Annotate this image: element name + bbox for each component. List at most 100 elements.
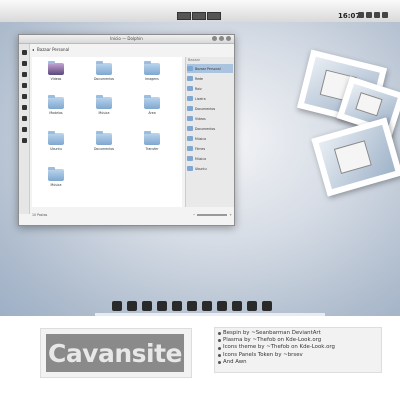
swirl-icon[interactable] (187, 301, 197, 311)
mail-icon[interactable] (142, 301, 152, 311)
place-item[interactable]: Filmes (187, 144, 233, 153)
zoom-track[interactable] (197, 214, 228, 216)
file-item[interactable]: Música (38, 167, 74, 187)
place-item[interactable]: Bazaar Personal (187, 64, 233, 73)
list-icon[interactable] (232, 301, 242, 311)
place-item[interactable]: Vídeos (187, 114, 233, 123)
credit-line: Plasma by ~Thefob on Kde-Look.org (218, 337, 378, 344)
place-item[interactable]: Lixeira (187, 94, 233, 103)
breadcrumb[interactable]: ◂ Bazaar Personal (32, 46, 69, 53)
app-icon[interactable] (112, 301, 122, 311)
folder-icon (144, 131, 160, 145)
view-icon[interactable] (21, 105, 27, 110)
side-toolbar (19, 44, 30, 214)
maximize-button[interactable] (219, 36, 224, 41)
music-icon[interactable] (202, 301, 212, 311)
tweet-icon[interactable] (172, 301, 182, 311)
split-icon[interactable] (21, 127, 27, 132)
folder-icon (187, 146, 193, 151)
close-button[interactable] (226, 36, 231, 41)
file-item[interactable]: Área (134, 95, 170, 115)
window-title: Inicio — Dolphin (110, 36, 143, 41)
menu-icon[interactable] (382, 12, 388, 18)
dock (112, 298, 312, 314)
folder-icon (144, 61, 160, 75)
breadcrumb-item[interactable]: Bazaar Personal (37, 47, 69, 52)
place-item[interactable]: Documentos (187, 104, 233, 113)
place-item[interactable]: Música (187, 134, 233, 143)
bullet-icon (218, 353, 221, 357)
network-icon[interactable] (366, 12, 372, 18)
home-folder-icon (187, 66, 193, 71)
taskbar[interactable] (177, 12, 221, 20)
zoom-in-icon[interactable]: + (229, 213, 232, 217)
window-titlebar[interactable]: Inicio — Dolphin (19, 35, 234, 44)
task-button[interactable] (177, 12, 191, 20)
folder-icon (96, 131, 112, 145)
folder-icon (96, 61, 112, 75)
minimize-button[interactable] (212, 36, 217, 41)
trash-icon (187, 96, 193, 101)
folder-icon (48, 167, 64, 181)
credit-line: Icons theme by ~Thefob on Kde-Look.org (218, 344, 378, 351)
up-icon[interactable] (21, 72, 27, 77)
folder-icon (144, 95, 160, 109)
drive-icon (187, 86, 193, 91)
power-icon[interactable] (374, 12, 380, 18)
folder-icon (48, 131, 64, 145)
rss-icon[interactable] (127, 301, 137, 311)
file-item[interactable]: Documentos (86, 131, 122, 151)
place-item[interactable]: Ubuntu (187, 164, 233, 173)
bullet-icon (218, 339, 221, 343)
grid-icon[interactable] (21, 116, 27, 121)
place-item[interactable]: Rede (187, 74, 233, 83)
home-icon[interactable] (21, 94, 27, 99)
file-item[interactable]: Vídeos (38, 61, 74, 81)
terminal-icon[interactable] (21, 138, 27, 143)
bullet-icon (218, 332, 221, 336)
network-icon (187, 76, 193, 81)
file-item[interactable]: Modelos (38, 95, 74, 115)
file-item[interactable]: Música (86, 95, 122, 115)
system-tray[interactable] (358, 12, 388, 18)
breadcrumb-arrow-icon: ◂ (32, 47, 35, 52)
file-item[interactable]: Documentos (86, 61, 122, 81)
folder-icon (187, 156, 193, 161)
place-item[interactable]: Raiz (187, 84, 233, 93)
credit-line: And Awn (218, 359, 378, 366)
top-panel: 16:07 (0, 0, 400, 23)
place-item[interactable]: Documentos (187, 124, 233, 133)
folder-icon (187, 106, 193, 111)
file-view[interactable]: Vídeos Documentos Imagens Modelos Música… (32, 57, 182, 207)
file-item[interactable]: Imagens (134, 61, 170, 81)
place-item[interactable]: Música (187, 154, 233, 163)
terminal-icon[interactable] (157, 301, 167, 311)
folder-icon (187, 136, 193, 141)
task-button[interactable] (192, 12, 206, 20)
logo: Cavansite (46, 334, 184, 372)
folder-icon (96, 95, 112, 109)
places-header: Bazaar (188, 58, 201, 62)
logo-text: Cavansite (47, 338, 183, 368)
text-icon[interactable] (217, 301, 227, 311)
folder-icon[interactable] (262, 301, 272, 311)
bullet-icon (218, 360, 221, 364)
folder-icon (187, 166, 193, 171)
places-panel: Bazaar Bazaar Personal Rede Raiz Lixeira… (185, 57, 234, 207)
bullet-icon (218, 346, 221, 350)
file-item[interactable]: Transfer (134, 131, 170, 151)
folder-icon (48, 95, 64, 109)
zoom-out-icon[interactable]: − (193, 213, 196, 217)
video-folder-icon (48, 61, 64, 75)
file-manager-window[interactable]: Inicio — Dolphin ◂ Bazaar Personal Vídeo… (18, 34, 235, 226)
back-icon[interactable] (21, 50, 27, 55)
forward-icon[interactable] (21, 61, 27, 66)
feather-icon[interactable] (247, 301, 257, 311)
status-text: 10 Pastas (32, 213, 48, 217)
volume-icon[interactable] (358, 12, 364, 18)
task-button[interactable] (207, 12, 221, 20)
credits-box: Bespin by ~Seanbarman DeviantArt Plasma … (214, 327, 382, 373)
zoom-slider[interactable]: − + (193, 213, 232, 217)
file-item[interactable]: Ubuntu (38, 131, 74, 151)
reload-icon[interactable] (21, 83, 27, 88)
